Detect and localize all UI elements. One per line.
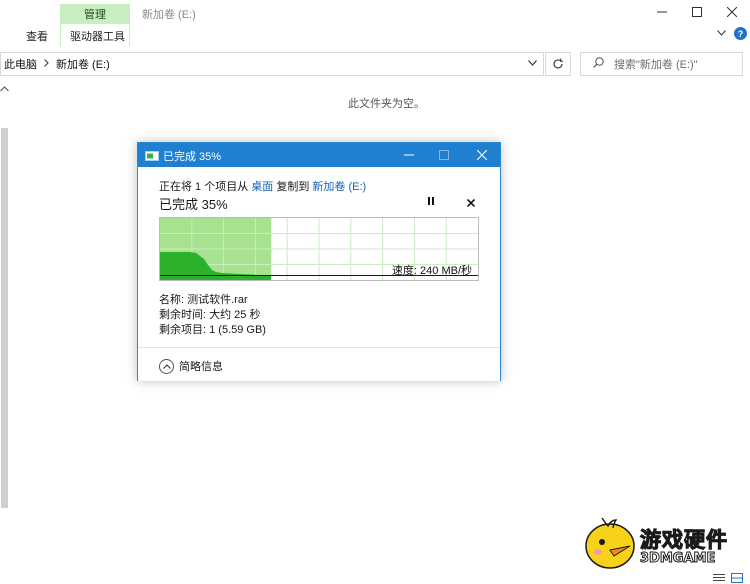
watermark-chick-icon bbox=[585, 517, 635, 569]
help-icon[interactable]: ? bbox=[734, 27, 747, 40]
scroll-up-icon[interactable] bbox=[0, 84, 9, 94]
cancel-icon[interactable] bbox=[466, 196, 476, 210]
tab-view[interactable]: 查看 bbox=[26, 28, 48, 44]
dialog-titlebar[interactable]: 已完成 35% bbox=[138, 143, 500, 167]
view-toggle bbox=[713, 572, 743, 583]
close-icon[interactable] bbox=[720, 3, 744, 21]
close-icon[interactable] bbox=[473, 146, 491, 164]
ribbon: 管理 新加卷 (E:) 查看 驱动器工具 ? bbox=[0, 0, 750, 46]
ribbon-expand-icon[interactable] bbox=[717, 28, 726, 39]
destination-link[interactable]: 新加卷 (E:) bbox=[312, 181, 366, 193]
window-title: 新加卷 (E:) bbox=[142, 9, 196, 21]
maximize-icon bbox=[435, 146, 453, 164]
navigation-scrollbar[interactable] bbox=[0, 82, 9, 512]
source-link[interactable]: 桌面 bbox=[251, 181, 273, 193]
address-row: 此电脑 新加卷 (E:) 搜索"新加卷 (E:)" bbox=[0, 50, 750, 78]
chevron-up-icon bbox=[159, 358, 174, 374]
items-remaining: 剩余项目: 1 (5.59 GB) bbox=[159, 324, 266, 336]
search-icon bbox=[593, 57, 604, 71]
time-remaining: 剩余时间: 大约 25 秒 bbox=[159, 309, 261, 321]
maximize-icon[interactable] bbox=[685, 3, 709, 21]
minimize-icon[interactable] bbox=[650, 3, 674, 21]
minimize-icon[interactable] bbox=[400, 146, 418, 164]
dialog-footer: 简略信息 bbox=[138, 347, 500, 381]
refresh-icon[interactable] bbox=[545, 52, 571, 76]
large-icons-view-icon[interactable] bbox=[731, 572, 743, 583]
watermark-text-secondary: 3DMGAME bbox=[639, 551, 716, 567]
watermark-text-primary: 游戏硬件 bbox=[640, 528, 728, 553]
file-name: 名称: 测试软件.rar bbox=[159, 294, 248, 306]
copy-description-prefix: 正在将 1 个项目从 bbox=[159, 181, 252, 193]
tab-manage[interactable]: 管理 bbox=[60, 4, 130, 24]
transfer-speed-graph: 速度: 240 MB/秒 bbox=[159, 217, 479, 281]
address-bar[interactable]: 此电脑 新加卷 (E:) bbox=[0, 52, 544, 76]
empty-folder-message: 此文件夹为空。 bbox=[348, 98, 425, 110]
copy-description-mid: 复制到 bbox=[273, 181, 313, 193]
pause-icon[interactable] bbox=[427, 197, 435, 208]
search-placeholder: 搜索"新加卷 (E:)" bbox=[614, 59, 698, 71]
tab-drive-tools[interactable]: 驱动器工具 bbox=[70, 28, 125, 44]
breadcrumb-this-pc[interactable]: 此电脑 bbox=[4, 56, 37, 72]
fewer-details-button[interactable]: 简略信息 bbox=[159, 358, 223, 374]
dialog-title: 已完成 35% bbox=[163, 151, 222, 163]
copy-description: 正在将 1 个项目从 桌面 复制到 新加卷 (E:) bbox=[159, 178, 366, 194]
details-view-icon[interactable] bbox=[713, 572, 725, 582]
search-input[interactable]: 搜索"新加卷 (E:)" bbox=[580, 52, 743, 76]
percent-complete: 已完成 35% bbox=[159, 197, 228, 212]
breadcrumb-volume[interactable]: 新加卷 (E:) bbox=[56, 56, 110, 72]
details-label: 简略信息 bbox=[179, 361, 223, 373]
breadcrumb-separator-icon[interactable] bbox=[44, 58, 49, 70]
scrollbar-thumb[interactable] bbox=[1, 128, 8, 508]
copy-progress-icon bbox=[145, 150, 159, 161]
watermark-logo: 游戏硬件 3DMGAME bbox=[580, 514, 750, 572]
speed-label: 速度: 240 MB/秒 bbox=[391, 265, 472, 277]
chevron-down-icon[interactable] bbox=[528, 58, 537, 69]
copy-progress-dialog: 已完成 35% 正在将 1 个项目从 桌面 复制到 新加卷 (E:) 已完成 3… bbox=[137, 142, 501, 381]
